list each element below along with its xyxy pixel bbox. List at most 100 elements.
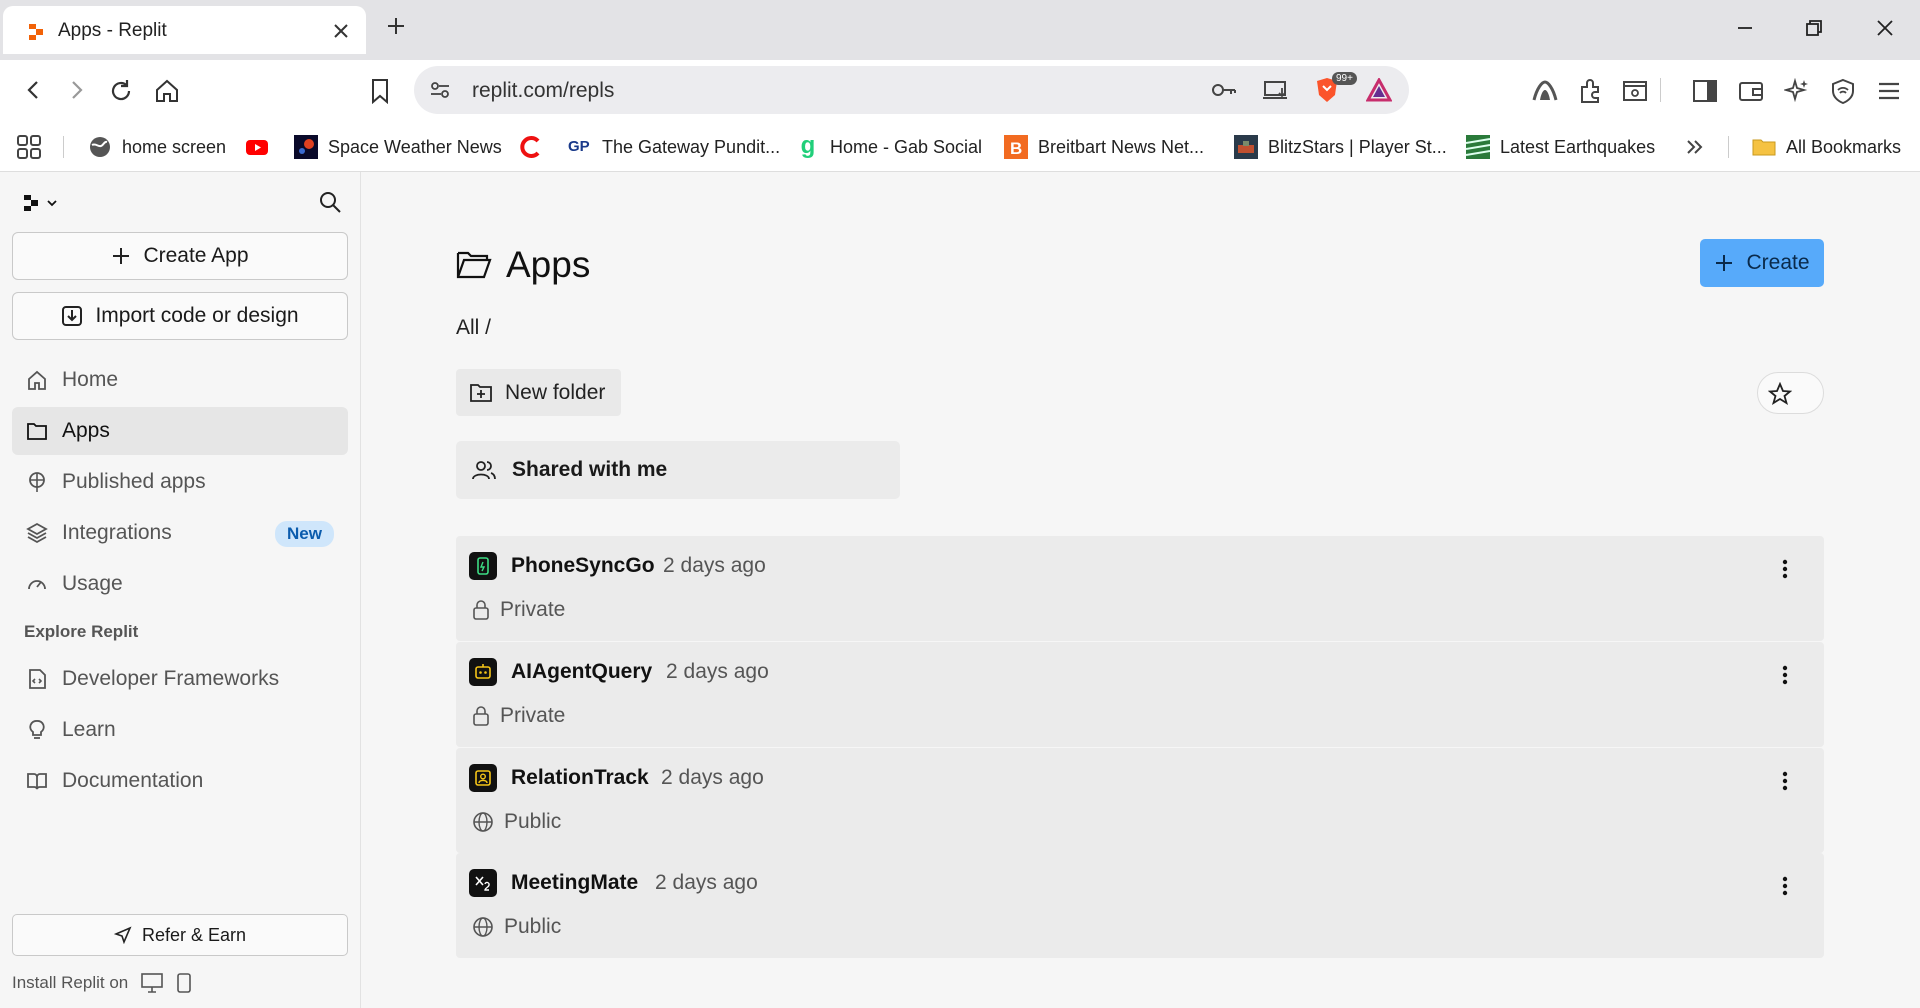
reload-icon[interactable] bbox=[108, 78, 134, 104]
new-tab-icon[interactable] bbox=[386, 16, 406, 36]
brave-rewards-icon[interactable] bbox=[1366, 78, 1392, 102]
more-options-icon[interactable] bbox=[1782, 770, 1788, 792]
bookmark-earthquakes[interactable]: Latest Earthquakes bbox=[1466, 134, 1655, 160]
folder-bookmark-icon bbox=[1752, 135, 1776, 159]
sidebar-item-usage[interactable]: Usage bbox=[12, 560, 348, 608]
breitbart-icon: B bbox=[1004, 135, 1028, 159]
search-icon[interactable] bbox=[318, 190, 342, 214]
bookmark-blitzstars[interactable]: BlitzStars | Player St... bbox=[1234, 134, 1447, 160]
red-c-icon bbox=[518, 135, 542, 159]
gab-icon: g bbox=[800, 132, 816, 159]
back-icon[interactable] bbox=[22, 78, 46, 102]
workspace-menu[interactable] bbox=[22, 194, 58, 212]
minimize-icon[interactable] bbox=[1735, 18, 1755, 38]
refer-earn-button[interactable]: Refer & Earn bbox=[12, 914, 348, 956]
favorites-toggle[interactable] bbox=[1757, 372, 1824, 414]
repl-row[interactable]: AIAgentQuery 2 days ago Private bbox=[456, 642, 1824, 747]
new-folder-button[interactable]: New folder bbox=[456, 369, 621, 416]
bookmark-home-screen[interactable]: home screen bbox=[88, 134, 226, 160]
repl-visibility: Public bbox=[472, 810, 561, 834]
gp-icon: GP bbox=[568, 138, 590, 155]
tab-title: Apps - Replit bbox=[58, 20, 167, 41]
toolbar-divider bbox=[1660, 78, 1661, 102]
breadcrumb[interactable]: All / bbox=[456, 316, 491, 340]
repl-row[interactable]: PhoneSyncGo 2 days ago Private bbox=[456, 536, 1824, 641]
space-weather-icon bbox=[294, 135, 318, 159]
browser-tab[interactable]: Apps - Replit bbox=[3, 6, 366, 54]
forward-icon[interactable] bbox=[64, 78, 88, 102]
repl-time: 2 days ago bbox=[655, 871, 758, 894]
more-bookmarks-icon[interactable] bbox=[1684, 134, 1706, 160]
restore-icon[interactable] bbox=[1804, 18, 1824, 38]
create-app-button[interactable]: Create App bbox=[12, 232, 348, 280]
folder-plus-icon bbox=[469, 382, 493, 404]
lock-icon bbox=[472, 705, 490, 727]
shared-with-me-folder[interactable]: Shared with me bbox=[456, 441, 900, 499]
repl-name[interactable]: PhoneSyncGo bbox=[511, 554, 655, 578]
address-bar[interactable]: replit.com/repls 99+ bbox=[414, 66, 1409, 114]
import-icon bbox=[61, 305, 83, 327]
sidebar-item-apps[interactable]: Apps bbox=[12, 407, 348, 455]
repl-name[interactable]: MeetingMate bbox=[511, 871, 638, 895]
code-file-icon bbox=[24, 668, 50, 690]
sidebar-item-published-apps[interactable]: Published apps bbox=[12, 458, 348, 506]
send-icon bbox=[113, 926, 132, 944]
home-icon bbox=[24, 369, 50, 391]
shields-count-badge: 99+ bbox=[1332, 72, 1357, 85]
mobile-icon[interactable] bbox=[176, 972, 192, 994]
page-title: Apps bbox=[456, 244, 590, 286]
plus-icon bbox=[111, 246, 131, 266]
sidebar-item-developer-frameworks[interactable]: Developer Frameworks bbox=[12, 655, 348, 703]
repl-name[interactable]: AIAgentQuery bbox=[511, 660, 652, 684]
bookmark-youtube[interactable] bbox=[245, 134, 279, 160]
replit-favicon-icon bbox=[27, 23, 45, 41]
contact-icon bbox=[469, 764, 497, 792]
url-text: replit.com/repls bbox=[472, 79, 615, 102]
globe-icon bbox=[88, 135, 112, 159]
new-badge: New bbox=[275, 521, 334, 547]
sidebar-item-learn[interactable]: Learn bbox=[12, 706, 348, 754]
repl-visibility: Private bbox=[472, 704, 565, 728]
chevron-down-icon bbox=[46, 197, 58, 209]
folder-icon bbox=[24, 420, 50, 442]
sidebar-item-home[interactable]: Home bbox=[12, 356, 348, 404]
gauge-icon bbox=[24, 573, 50, 595]
bookmark-breitbart[interactable]: B Breitbart News Net... bbox=[1004, 134, 1204, 160]
book-icon bbox=[24, 770, 50, 792]
bookmarks-bar: home screen Space Weather News GP The Ga… bbox=[0, 122, 1920, 172]
all-bookmarks[interactable]: All Bookmarks bbox=[1752, 134, 1901, 160]
create-button[interactable]: Create bbox=[1700, 239, 1824, 287]
more-options-icon[interactable] bbox=[1782, 558, 1788, 580]
repl-time: 2 days ago bbox=[663, 554, 766, 577]
bookmark-page-icon[interactable] bbox=[368, 78, 392, 104]
explore-heading: Explore Replit bbox=[24, 622, 139, 641]
install-app-icon[interactable] bbox=[1262, 78, 1290, 102]
sidebar-item-documentation[interactable]: Documentation bbox=[12, 757, 348, 805]
home-button-icon[interactable] bbox=[154, 78, 180, 104]
repl-time: 2 days ago bbox=[666, 660, 769, 683]
apps-grid-icon[interactable] bbox=[16, 134, 42, 160]
repl-row[interactable]: RelationTrack 2 days ago Public bbox=[456, 748, 1824, 853]
repl-name[interactable]: RelationTrack bbox=[511, 766, 649, 790]
repl-row[interactable]: MeetingMate 2 days ago Public bbox=[456, 853, 1824, 958]
bookmark-gateway-pundit[interactable]: GP The Gateway Pundit... bbox=[568, 134, 780, 160]
window-close-icon[interactable] bbox=[1875, 18, 1895, 38]
tab-close-icon[interactable] bbox=[334, 24, 348, 38]
site-settings-icon[interactable] bbox=[428, 78, 452, 102]
bookmark-red-c[interactable] bbox=[518, 134, 552, 160]
star-icon bbox=[1768, 382, 1792, 406]
bookmark-space-weather[interactable]: Space Weather News bbox=[294, 134, 502, 160]
desktop-icon[interactable] bbox=[140, 972, 164, 994]
password-key-icon[interactable] bbox=[1210, 78, 1238, 102]
bookmark-gab[interactable]: g Home - Gab Social bbox=[796, 134, 982, 160]
layers-icon bbox=[24, 522, 50, 544]
more-options-icon[interactable] bbox=[1782, 664, 1788, 686]
users-icon bbox=[471, 458, 497, 482]
lightbulb-icon bbox=[24, 719, 50, 741]
more-options-icon[interactable] bbox=[1782, 875, 1788, 897]
bookmark-divider bbox=[1728, 136, 1729, 158]
import-code-button[interactable]: Import code or design bbox=[12, 292, 348, 340]
install-replit: Install Replit on bbox=[12, 972, 192, 994]
published-icon bbox=[24, 471, 50, 493]
sidebar-item-integrations[interactable]: Integrations New bbox=[12, 509, 348, 557]
